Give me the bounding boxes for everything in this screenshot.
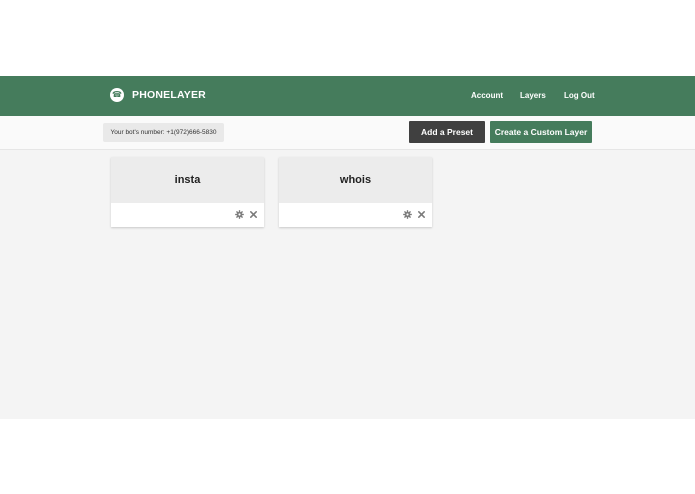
nav-layers-link[interactable]: Layers [520, 91, 546, 100]
nav-logout-link[interactable]: Log Out [564, 91, 595, 100]
navbar: ☎ PHONELAYER Account Layers Log Out [0, 76, 695, 116]
gear-icon[interactable] [235, 210, 244, 219]
layer-card-whois[interactable]: whois [279, 157, 432, 227]
layer-card-title[interactable]: insta [111, 157, 264, 203]
phone-logo-icon[interactable]: ☎ [110, 88, 124, 102]
layer-card-footer [279, 203, 432, 227]
bot-number-label: Your bot's number: +1(972)666-5830 [103, 123, 224, 142]
brand-name[interactable]: PHONELAYER [132, 89, 206, 101]
layer-card-insta[interactable]: insta [111, 157, 264, 227]
nav-account-link[interactable]: Account [471, 91, 503, 100]
app-container: ☎ PHONELAYER Account Layers Log Out Your… [0, 76, 695, 419]
layer-card-footer [111, 203, 264, 227]
close-icon[interactable] [249, 210, 258, 219]
close-icon[interactable] [417, 210, 426, 219]
toolbar: Your bot's number: +1(972)666-5830 Add a… [0, 116, 695, 150]
create-custom-layer-button[interactable]: Create a Custom Layer [490, 121, 592, 143]
layer-card-title[interactable]: whois [279, 157, 432, 203]
add-preset-button[interactable]: Add a Preset [409, 121, 485, 143]
gear-icon[interactable] [403, 210, 412, 219]
